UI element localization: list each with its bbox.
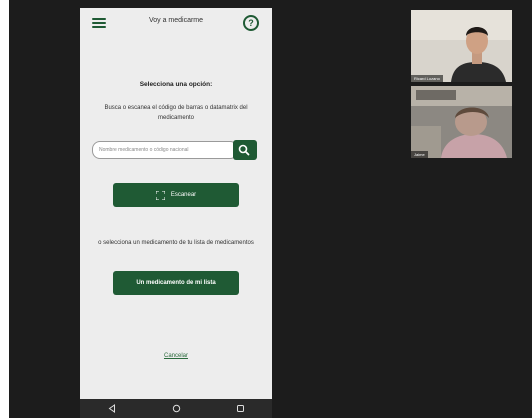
search-bar bbox=[92, 140, 257, 160]
back-icon[interactable] bbox=[108, 404, 116, 413]
phone-screen: Voy a medicarme ? Selecciona una opción:… bbox=[80, 8, 272, 418]
home-icon[interactable] bbox=[172, 404, 181, 413]
menu-icon[interactable] bbox=[92, 18, 106, 28]
section-title: Selecciona una opción: bbox=[139, 81, 213, 88]
scan-button-label: Escanear bbox=[170, 192, 197, 198]
video-tile-participant-1[interactable]: Ricard Lozano bbox=[411, 10, 512, 82]
help-icon[interactable]: ? bbox=[243, 15, 259, 31]
recents-icon[interactable] bbox=[236, 404, 245, 413]
android-nav-bar bbox=[80, 399, 272, 418]
participant-name-tag: Jaime bbox=[411, 151, 428, 158]
instruction-text: Busca o escanea el código de barras o da… bbox=[104, 105, 248, 121]
scan-icon bbox=[155, 190, 165, 200]
participant-video bbox=[411, 86, 512, 158]
my-list-button[interactable]: Un medicamento de mi lista bbox=[113, 271, 239, 295]
participant-video bbox=[411, 10, 512, 82]
cancel-link[interactable]: Cancelar bbox=[80, 353, 272, 359]
app-title: Voy a medicarme bbox=[148, 17, 204, 24]
or-select-text: o selecciona un medicamento de tu lista … bbox=[98, 240, 254, 246]
participant-name-tag: Ricard Lozano bbox=[411, 75, 443, 82]
scan-button[interactable]: Escanear bbox=[113, 183, 239, 207]
video-tile-participant-2[interactable]: Jaime bbox=[411, 86, 512, 158]
search-icon bbox=[238, 144, 250, 156]
meeting-stage: Voy a medicarme ? Selecciona una opción:… bbox=[9, 0, 532, 418]
app-header: Voy a medicarme ? bbox=[80, 8, 272, 38]
search-button[interactable] bbox=[233, 140, 257, 160]
search-input[interactable] bbox=[92, 141, 238, 159]
